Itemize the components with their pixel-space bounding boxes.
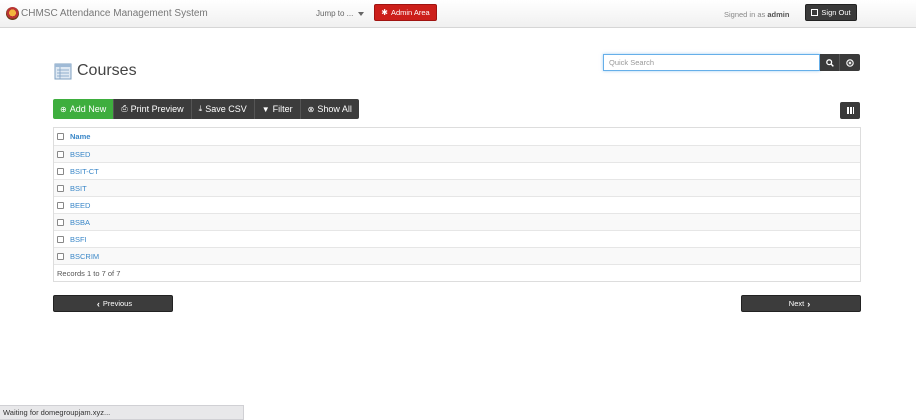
show-all-button[interactable]: ⊗ Show All [300, 99, 359, 119]
action-toolbar: ⊕ Add New ⎙ Print Preview ⤓ Save CSV ▼ F… [53, 99, 359, 119]
table-row: BSIT [54, 180, 860, 197]
save-csv-label: Save CSV [205, 104, 247, 114]
row-checkbox[interactable] [57, 167, 64, 175]
sign-out-button[interactable]: Sign Out [805, 4, 857, 21]
filter-icon: ▼ [261, 104, 270, 114]
signed-in-text: Signed in as admin [724, 10, 789, 19]
quick-search-input[interactable] [603, 54, 820, 71]
previous-page-button[interactable]: ‹ Previous [53, 295, 173, 312]
name-column-header[interactable]: Name [70, 132, 90, 141]
page-header: Courses [53, 62, 137, 80]
course-name-link[interactable]: BSIT-CT [70, 167, 99, 176]
table-row: BEED [54, 197, 860, 214]
signed-in-user: admin [767, 10, 790, 19]
save-csv-button[interactable]: ⤓ Save CSV [191, 99, 255, 119]
jump-to-dropdown[interactable]: Jump to ... [316, 9, 365, 18]
grid-columns-icon [846, 107, 854, 114]
clear-search-button[interactable] [840, 54, 860, 71]
admin-area-button[interactable]: ✱ Admin Area [374, 4, 437, 21]
filter-label: Filter [272, 104, 293, 114]
plus-circle-icon: ⊕ [60, 104, 67, 114]
sign-out-icon [811, 9, 819, 16]
search-icon [825, 58, 834, 67]
browser-status-bar: Waiting for domegroupjam.xyz... [0, 405, 244, 420]
row-checkbox[interactable] [57, 235, 64, 243]
table-row: BSED [54, 146, 860, 163]
row-checkbox[interactable] [57, 252, 64, 260]
records-count: Records 1 to 7 of 7 [54, 265, 860, 281]
jump-to-label: Jump to ... [316, 9, 354, 18]
app-brand[interactable]: CHMSC Attendance Management System [6, 7, 208, 20]
table-row: BSBA [54, 214, 860, 231]
show-all-label: Show All [317, 104, 352, 114]
add-new-label: Add New [69, 104, 107, 114]
page-title: Courses [77, 62, 137, 79]
select-all-checkbox[interactable] [57, 133, 64, 140]
next-label: Next [788, 299, 805, 308]
chevron-right-icon: › [807, 298, 811, 309]
caret-down-icon [358, 11, 365, 16]
courses-table: Name BSED BSIT-CT BSIT BEED BSBA BSFI BS… [53, 127, 861, 282]
row-checkbox[interactable] [57, 150, 64, 158]
course-name-link[interactable]: BSCRIM [70, 252, 99, 261]
gear-icon: ✱ [381, 8, 388, 17]
row-checkbox[interactable] [57, 184, 64, 192]
print-preview-button[interactable]: ⎙ Print Preview [114, 99, 192, 119]
add-new-button[interactable]: ⊕ Add New [53, 99, 115, 119]
chevron-left-icon: ‹ [96, 298, 100, 309]
school-logo-icon [6, 7, 19, 20]
previous-label: Previous [102, 299, 133, 308]
app-title: CHMSC Attendance Management System [21, 8, 208, 19]
course-name-link[interactable]: BSED [70, 150, 90, 159]
row-checkbox[interactable] [57, 201, 64, 209]
course-name-link[interactable]: BSBA [70, 218, 90, 227]
column-options-button[interactable] [840, 102, 860, 119]
table-header-row: Name [54, 128, 860, 146]
printer-icon: ⎙ [121, 104, 128, 113]
row-checkbox[interactable] [57, 218, 64, 226]
course-name-link[interactable]: BSFI [70, 235, 87, 244]
sign-out-label: Sign Out [821, 8, 851, 17]
course-name-link[interactable]: BSIT [70, 184, 87, 193]
signed-in-prefix: Signed in as [724, 10, 766, 19]
course-name-link[interactable]: BEED [70, 201, 90, 210]
clear-circle-icon [846, 58, 854, 67]
table-list-icon [54, 63, 72, 80]
admin-area-label: Admin Area [390, 8, 430, 17]
print-preview-label: Print Preview [130, 104, 184, 114]
table-row: BSCRIM [54, 248, 860, 265]
search-button[interactable] [820, 54, 840, 71]
table-row: BSFI [54, 231, 860, 248]
close-circle-icon: ⊗ [307, 104, 315, 114]
top-navbar: CHMSC Attendance Management System Jump … [0, 0, 916, 28]
filter-button[interactable]: ▼ Filter [254, 99, 301, 119]
table-row: BSIT-CT [54, 163, 860, 180]
download-icon: ⤓ [198, 104, 203, 113]
next-page-button[interactable]: Next › [741, 295, 861, 312]
